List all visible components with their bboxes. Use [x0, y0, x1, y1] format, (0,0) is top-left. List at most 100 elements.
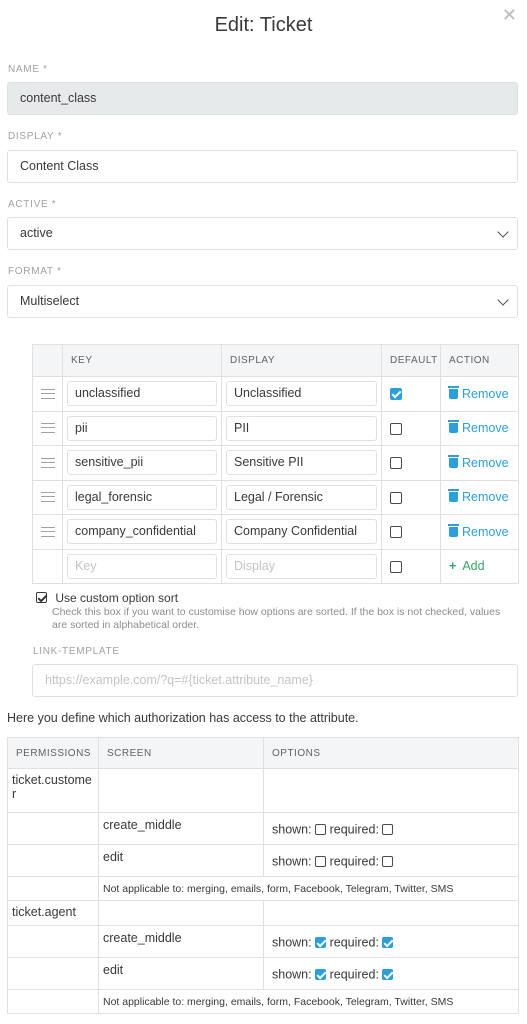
remove-button[interactable]: Remove — [448, 420, 509, 436]
permission-name: ticket.agent — [7, 900, 99, 926]
required-checkbox[interactable] — [382, 937, 394, 949]
required-checkbox[interactable] — [382, 824, 394, 836]
remove-button[interactable]: Remove — [448, 385, 509, 401]
permission-screen-row: edit shown: required: — [7, 844, 519, 877]
option-display-input[interactable]: Unclassified — [226, 381, 377, 407]
drag-handle-icon[interactable] — [40, 492, 55, 503]
shown-checkbox[interactable] — [315, 937, 327, 949]
format-label: FORMAT * — [8, 266, 62, 277]
screen-name: edit — [98, 957, 264, 990]
close-icon[interactable]: ✕ — [502, 6, 517, 24]
remove-button[interactable]: Remove — [448, 523, 509, 539]
options-header-row: KEY DISPLAY DEFAULT ACTION — [32, 344, 519, 377]
options-table: KEY DISPLAY DEFAULT ACTION unclassified … — [32, 344, 519, 584]
custom-sort-label: Use custom option sort — [55, 590, 179, 605]
shown-checkbox[interactable] — [315, 824, 327, 836]
trash-icon — [448, 489, 459, 503]
drag-handle-icon[interactable] — [40, 388, 55, 399]
drag-handle-icon[interactable] — [40, 457, 55, 468]
shown-label: shown: — [272, 967, 312, 982]
option-key-input[interactable]: sensitive_pii — [67, 450, 217, 476]
display-label: DISPLAY * — [8, 131, 63, 142]
option-row: unclassified Unclassified Remove — [32, 376, 519, 412]
permission-name: ticket.customer — [7, 768, 99, 813]
option-display-input[interactable]: PII — [226, 415, 377, 441]
option-key-input[interactable]: unclassified — [67, 381, 217, 407]
required-label: required: — [329, 854, 379, 869]
display-field[interactable]: Content Class — [7, 150, 518, 183]
screen-header: SCREEN — [98, 737, 264, 769]
custom-sort-help: Check this box if you want to customise … — [52, 606, 501, 631]
option-row: pii PII Remove — [32, 410, 519, 446]
new-option-row: Key Display + Add — [32, 548, 519, 584]
display-header: DISPLAY — [221, 344, 382, 377]
active-select-value: active — [20, 226, 53, 240]
option-default-checkbox[interactable] — [390, 457, 402, 470]
permission-group-row: ticket.agent — [7, 900, 519, 926]
option-display-input[interactable]: Company Confidential — [226, 519, 377, 545]
permissions-intro: Here you define which authorization has … — [7, 711, 359, 725]
custom-sort-checkbox[interactable] — [36, 592, 47, 604]
permission-screen-row: create_middle shown: required: — [7, 812, 519, 845]
option-key-input[interactable]: pii — [67, 415, 217, 441]
shown-checkbox[interactable] — [315, 969, 327, 981]
remove-label: Remove — [462, 490, 509, 505]
option-default-checkbox[interactable] — [390, 491, 402, 504]
option-row: company_confidential Company Confidentia… — [32, 514, 519, 550]
option-default-checkbox[interactable] — [390, 388, 402, 401]
add-button[interactable]: + Add — [449, 559, 485, 573]
default-header: DEFAULT — [381, 344, 441, 377]
option-display-input[interactable]: Legal / Forensic — [226, 484, 377, 510]
screen-name: edit — [98, 844, 264, 877]
required-checkbox[interactable] — [382, 856, 394, 868]
required-label: required: — [329, 935, 379, 950]
option-row: legal_forensic Legal / Forensic Remove — [32, 479, 519, 515]
permission-group-row: ticket.customer — [7, 768, 519, 813]
permissions-header: PERMISSIONS — [7, 737, 99, 769]
drag-handle-icon[interactable] — [40, 423, 55, 434]
permission-screen-row: edit shown: required: — [7, 957, 519, 990]
not-applicable-row: Not applicable to: merging, emails, form… — [7, 876, 519, 901]
format-select[interactable]: Multiselect — [7, 285, 518, 318]
link-template-label: LINK-TEMPLATE — [33, 646, 120, 657]
option-row: sensitive_pii Sensitive PII Remove — [32, 445, 519, 481]
shown-label: shown: — [272, 854, 312, 869]
required-checkbox[interactable] — [382, 969, 394, 981]
option-key-input[interactable]: legal_forensic — [67, 484, 217, 510]
new-default-checkbox[interactable] — [390, 560, 402, 573]
add-label: Add — [462, 559, 485, 574]
new-display-input[interactable]: Display — [226, 553, 377, 579]
key-header: KEY — [62, 344, 222, 377]
remove-label: Remove — [462, 421, 509, 436]
not-applicable-row: Not applicable to: merging, emails, form… — [7, 989, 519, 1014]
option-display-input[interactable]: Sensitive PII — [226, 450, 377, 476]
remove-button[interactable]: Remove — [448, 489, 509, 505]
name-field[interactable]: content_class — [7, 82, 518, 115]
new-key-input[interactable]: Key — [67, 553, 217, 579]
permissions-table: PERMISSIONS SCREEN OPTIONS ticket.custom… — [7, 737, 519, 1014]
link-template-input[interactable]: https://example.com/?q=#{ticket.attribut… — [32, 664, 518, 697]
drag-handle-icon[interactable] — [40, 526, 55, 537]
remove-button[interactable]: Remove — [448, 454, 509, 470]
option-default-checkbox[interactable] — [390, 526, 402, 539]
active-select[interactable]: active — [7, 217, 518, 250]
trash-icon — [448, 420, 459, 434]
name-label: NAME * — [8, 64, 48, 75]
shown-label: shown: — [272, 822, 312, 837]
shown-label: shown: — [272, 935, 312, 950]
required-label: required: — [329, 967, 379, 982]
trash-icon — [448, 454, 459, 468]
action-header: ACTION — [440, 344, 519, 377]
trash-icon — [448, 523, 459, 537]
screen-name: create_middle — [98, 812, 264, 845]
permissions-header-row: PERMISSIONS SCREEN OPTIONS — [7, 737, 519, 769]
shown-checkbox[interactable] — [315, 856, 327, 868]
format-select-value: Multiselect — [20, 294, 80, 308]
option-default-checkbox[interactable] — [390, 422, 402, 435]
option-key-input[interactable]: company_confidential — [67, 519, 217, 545]
options-header: OPTIONS — [263, 737, 519, 769]
trash-icon — [448, 385, 459, 399]
permission-screen-row: create_middle shown: required: — [7, 925, 519, 958]
chevron-down-icon — [497, 294, 509, 306]
drag-header — [32, 344, 63, 377]
